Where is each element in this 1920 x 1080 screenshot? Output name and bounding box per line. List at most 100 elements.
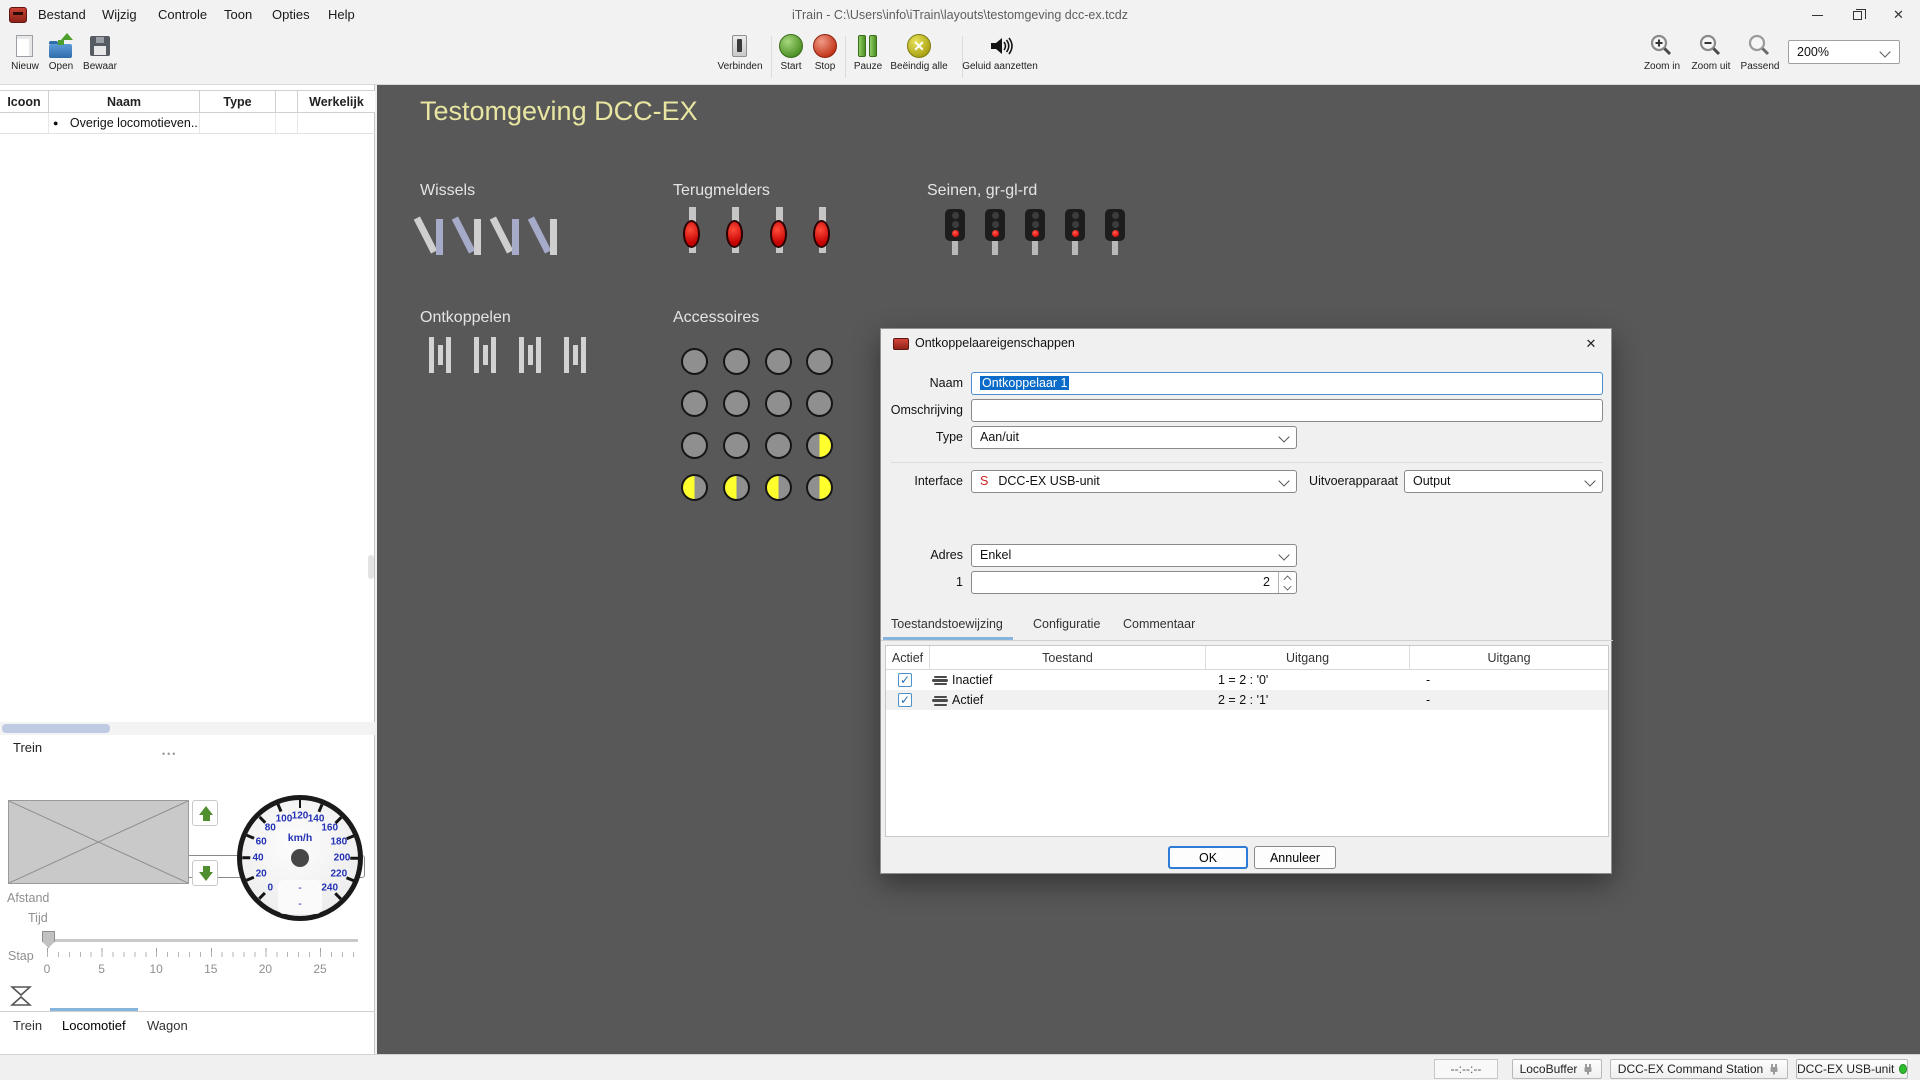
ontkoppelaar-icon[interactable]	[425, 336, 455, 374]
wissel-icon[interactable]	[529, 210, 563, 256]
connect-label: Verbinden	[705, 61, 775, 72]
accessoire-gray[interactable]	[681, 348, 708, 375]
menu-controle[interactable]: Controle	[148, 0, 217, 30]
accessoire-gray[interactable]	[806, 348, 833, 375]
accessoire-half-left[interactable]	[723, 474, 750, 501]
scrollbar-thumb[interactable]	[2, 724, 110, 733]
zoom-level-select[interactable]: 200%	[1788, 40, 1900, 64]
ontkoppelaar-icon[interactable]	[470, 336, 500, 374]
ontkoppelaar-icon[interactable]	[560, 336, 590, 374]
column-header-type[interactable]: Type	[200, 90, 276, 113]
dialog-title: Ontkoppelaareigenschappen	[915, 336, 1075, 350]
uitvoerapparaat-select[interactable]: Output	[1404, 470, 1603, 493]
column-header-uitgang2[interactable]: Uitgang	[1410, 646, 1608, 670]
gauge-tick-label: 60	[256, 836, 267, 847]
close-button[interactable]: ✕	[1877, 0, 1920, 30]
drag-handle-icon[interactable]: •••	[162, 749, 177, 759]
accessoire-gray[interactable]	[765, 432, 792, 459]
step-slider-track[interactable]	[42, 939, 358, 942]
column-header-uitgang1[interactable]: Uitgang	[1206, 646, 1410, 670]
accessoire-gray[interactable]	[723, 390, 750, 417]
accessoire-gray[interactable]	[681, 432, 708, 459]
minimize-button[interactable]	[1797, 0, 1837, 30]
accessoire-gray[interactable]	[723, 432, 750, 459]
accessoire-half-left[interactable]	[681, 474, 708, 501]
column-header-toestand[interactable]: Toestand	[930, 646, 1206, 670]
tab-wagon[interactable]: Wagon	[147, 1018, 188, 1033]
tab-toestandstoewijzing[interactable]: Toestandstoewijzing	[891, 617, 1003, 631]
accessoire-gray[interactable]	[723, 348, 750, 375]
naam-input[interactable]: Ontkoppelaar 1	[971, 372, 1603, 395]
menu-help[interactable]: Help	[318, 0, 365, 30]
menu-toon[interactable]: Toon	[214, 0, 262, 30]
sein-icon[interactable]	[1024, 209, 1046, 255]
spinner-down-icon[interactable]	[1284, 583, 1292, 591]
menu-bestand[interactable]: Bestand	[28, 0, 96, 30]
direction-down-button[interactable]	[192, 860, 218, 886]
adres-number-input[interactable]: 2	[971, 571, 1297, 594]
status-locobuffer[interactable]: LocoBuffer	[1512, 1059, 1602, 1079]
list-item-overige-locomotieven[interactable]: ● Overige locomotieven...	[49, 113, 200, 134]
terugmelder-icon[interactable]	[726, 207, 744, 255]
sound-button[interactable]: Geluid aanzetten	[945, 33, 1055, 72]
sein-icon[interactable]	[1104, 209, 1126, 255]
ok-button[interactable]: OK	[1168, 846, 1248, 869]
terugmelder-icon[interactable]	[813, 207, 831, 255]
open-button[interactable]: Open	[39, 33, 83, 72]
accessoire-gray[interactable]	[681, 390, 708, 417]
row-cell-icon[interactable]	[0, 113, 49, 134]
row-cell-type[interactable]	[200, 113, 276, 134]
tab-configuratie[interactable]: Configuratie	[1033, 617, 1100, 631]
tab-trein[interactable]: Trein	[13, 1018, 42, 1033]
interface-select[interactable]: SDCC-EX USB-unit	[971, 470, 1297, 493]
type-select[interactable]: Aan/uit	[971, 426, 1297, 449]
cancel-button[interactable]: Annuleer	[1254, 846, 1336, 869]
zoom-fit-button[interactable]: Passend	[1730, 33, 1790, 72]
table-row-actief[interactable]: ✓ Actief 2 = 2 : '1' -	[886, 690, 1608, 710]
type-label: Type	[881, 430, 963, 444]
column-header-actief[interactable]: Actief	[886, 646, 930, 670]
direction-up-button[interactable]	[192, 800, 218, 826]
accessoire-gray[interactable]	[806, 390, 833, 417]
restore-button[interactable]	[1837, 0, 1877, 30]
tab-commentaar[interactable]: Commentaar	[1123, 617, 1195, 631]
sein-icon[interactable]	[1064, 209, 1086, 255]
ontkoppelaar-icon[interactable]	[515, 336, 545, 374]
wissel-icon[interactable]	[491, 210, 525, 256]
actief-checkbox[interactable]: ✓	[898, 693, 912, 707]
adres-number-spinner[interactable]	[1278, 572, 1296, 593]
sein-icon[interactable]	[984, 209, 1006, 255]
wissel-icon[interactable]	[453, 210, 487, 256]
status-usb-unit[interactable]: DCC-EX USB-unit	[1796, 1059, 1908, 1079]
menu-opties[interactable]: Opties	[262, 0, 320, 30]
splitter-grip[interactable]	[368, 555, 374, 579]
horizontal-scrollbar[interactable]	[0, 722, 375, 735]
accessoire-half-left[interactable]	[765, 474, 792, 501]
row-cell-werkelijk[interactable]	[298, 113, 375, 134]
sein-icon[interactable]	[944, 209, 966, 255]
status-command-station[interactable]: DCC-EX Command Station	[1610, 1059, 1788, 1079]
tab-locomotief[interactable]: Locomotief	[62, 1018, 126, 1033]
accessoire-gray[interactable]	[765, 348, 792, 375]
accessoire-half-right[interactable]	[806, 474, 833, 501]
save-button[interactable]: Bewaar	[78, 33, 122, 72]
omschrijving-input[interactable]	[971, 399, 1603, 422]
accessoire-gray[interactable]	[765, 390, 792, 417]
usb-unit-label: DCC-EX USB-unit	[1797, 1062, 1894, 1076]
row-cell-extra[interactable]	[276, 113, 298, 134]
dialog-close-button[interactable]: ✕	[1575, 331, 1607, 356]
column-header-werkelijk[interactable]: Werkelijk	[298, 90, 375, 113]
column-header-extra[interactable]	[276, 90, 298, 113]
terugmelder-icon[interactable]	[770, 207, 788, 255]
column-header-naam[interactable]: Naam	[49, 90, 200, 113]
connect-button[interactable]: Verbinden	[705, 33, 775, 72]
accessoire-half-right[interactable]	[806, 432, 833, 459]
actief-checkbox[interactable]: ✓	[898, 673, 912, 687]
wissel-icon[interactable]	[415, 210, 449, 256]
column-header-icoon[interactable]: Icoon	[0, 90, 49, 113]
table-row-inactief[interactable]: ✓ Inactief 1 = 2 : '0' -	[886, 670, 1608, 690]
adres-mode-select[interactable]: Enkel	[971, 544, 1297, 567]
menu-wijzig[interactable]: Wijzig	[92, 0, 147, 30]
step-slider-thumb[interactable]	[42, 931, 55, 948]
terugmelder-icon[interactable]	[683, 207, 701, 255]
